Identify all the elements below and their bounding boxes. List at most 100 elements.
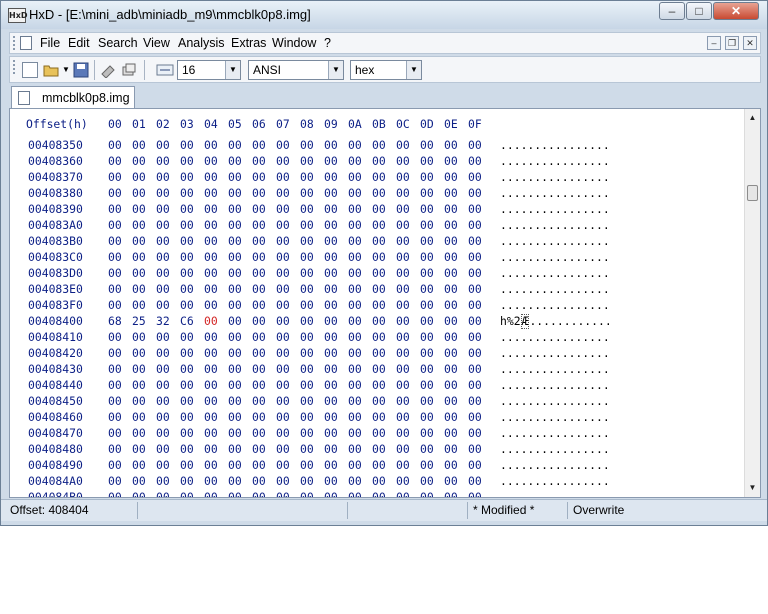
mdi-minimize-button[interactable]: – <box>707 36 721 50</box>
hex-byte[interactable]: 00 <box>204 426 218 440</box>
hex-byte[interactable]: 00 <box>468 250 482 264</box>
offset-base-select[interactable]: hex ▼ <box>350 60 422 80</box>
hex-byte[interactable]: 00 <box>468 218 482 232</box>
hex-byte[interactable]: 00 <box>108 346 122 360</box>
hex-byte[interactable]: 00 <box>276 202 290 216</box>
hex-byte[interactable]: 00 <box>252 490 266 497</box>
hex-byte[interactable]: 00 <box>420 314 434 328</box>
hex-byte[interactable]: 00 <box>132 362 146 376</box>
hex-byte[interactable]: 32 <box>156 314 170 328</box>
hex-byte[interactable]: 00 <box>204 202 218 216</box>
hex-byte[interactable]: 00 <box>444 170 458 184</box>
hex-byte[interactable]: 00 <box>372 474 386 488</box>
hex-byte[interactable]: 00 <box>156 234 170 248</box>
hex-byte[interactable]: 00 <box>420 474 434 488</box>
hex-byte[interactable]: 00 <box>204 250 218 264</box>
hex-byte[interactable]: 00 <box>108 298 122 312</box>
hex-byte[interactable]: 00 <box>396 234 410 248</box>
menu-extras[interactable]: Extras <box>231 36 266 50</box>
hex-byte[interactable]: 00 <box>180 490 194 497</box>
hex-row[interactable]: 00408440 00 00 00 00 00 00 00 00 00 00 00 00 00 00 00 00… <box>10 378 746 394</box>
hex-byte[interactable]: 00 <box>132 202 146 216</box>
hex-byte[interactable]: 00 <box>252 458 266 472</box>
ascii-text[interactable]: ................ <box>500 170 610 184</box>
scroll-thumb[interactable] <box>747 185 758 201</box>
hex-byte[interactable]: 00 <box>372 218 386 232</box>
hex-byte[interactable]: 00 <box>108 218 122 232</box>
hex-byte[interactable]: 00 <box>324 362 338 376</box>
hex-byte[interactable]: 00 <box>132 250 146 264</box>
hex-byte[interactable]: 00 <box>204 234 218 248</box>
hex-byte[interactable]: 00 <box>468 314 482 328</box>
hex-byte[interactable]: 00 <box>108 170 122 184</box>
hex-byte[interactable]: 00 <box>228 394 242 408</box>
hex-byte[interactable]: 00 <box>324 490 338 497</box>
hex-byte[interactable]: 00 <box>420 186 434 200</box>
hex-byte[interactable]: 00 <box>276 426 290 440</box>
hex-byte[interactable]: 00 <box>444 202 458 216</box>
hex-byte[interactable]: 00 <box>276 442 290 456</box>
hex-byte[interactable]: 00 <box>276 330 290 344</box>
hex-byte[interactable]: 00 <box>324 426 338 440</box>
hex-byte[interactable]: 00 <box>276 138 290 152</box>
hex-byte[interactable]: 00 <box>348 490 362 497</box>
hex-byte[interactable]: 00 <box>300 282 314 296</box>
hex-byte[interactable]: 00 <box>396 266 410 280</box>
hex-byte[interactable]: 00 <box>204 346 218 360</box>
hex-byte[interactable]: 00 <box>300 378 314 392</box>
ascii-text[interactable]: ................ <box>500 346 610 360</box>
charset-select[interactable]: ANSI ▼ <box>248 60 344 80</box>
hex-byte[interactable]: 00 <box>396 170 410 184</box>
hex-byte[interactable]: 00 <box>108 330 122 344</box>
hex-byte[interactable]: 00 <box>252 410 266 424</box>
hex-byte[interactable]: 00 <box>204 474 218 488</box>
hex-byte[interactable]: 00 <box>252 378 266 392</box>
document-icon[interactable] <box>20 36 32 50</box>
hex-byte[interactable]: 00 <box>444 154 458 168</box>
hex-byte[interactable]: 00 <box>444 490 458 497</box>
hex-byte[interactable]: 00 <box>204 266 218 280</box>
hex-row[interactable]: 00408400 68 25 32 C6 00 00 00 00 00 00 00 00 00 00 00 00… <box>10 314 746 330</box>
hex-byte[interactable]: 00 <box>204 410 218 424</box>
hex-byte[interactable]: 00 <box>444 186 458 200</box>
hex-byte[interactable]: 00 <box>132 218 146 232</box>
hex-byte[interactable]: 00 <box>324 170 338 184</box>
hex-byte[interactable]: 00 <box>372 234 386 248</box>
mdi-close-button[interactable]: ✕ <box>743 36 757 50</box>
hex-byte[interactable]: 00 <box>204 490 218 497</box>
hex-byte[interactable]: 00 <box>348 154 362 168</box>
hex-byte[interactable]: 00 <box>180 346 194 360</box>
hex-byte[interactable]: 00 <box>180 330 194 344</box>
title-bar[interactable]: HxD HxD - [E:\mini_adb\miniadb_m9\mmcblk… <box>1 1 767 29</box>
hex-byte[interactable]: 00 <box>324 138 338 152</box>
menu-grip[interactable] <box>13 36 18 50</box>
hex-byte[interactable]: 00 <box>228 330 242 344</box>
hex-byte[interactable]: 00 <box>300 330 314 344</box>
hex-byte[interactable]: 00 <box>300 202 314 216</box>
hex-byte[interactable]: 00 <box>300 138 314 152</box>
hex-byte[interactable]: 00 <box>204 378 218 392</box>
hex-byte[interactable]: 00 <box>300 170 314 184</box>
hex-byte[interactable]: 00 <box>252 330 266 344</box>
hex-byte[interactable]: 00 <box>252 298 266 312</box>
hex-byte[interactable]: 00 <box>252 442 266 456</box>
ascii-text[interactable]: ................ <box>500 442 610 456</box>
ascii-text[interactable]: ................ <box>500 234 610 248</box>
hex-byte[interactable]: 00 <box>252 266 266 280</box>
hex-byte[interactable]: 00 <box>396 186 410 200</box>
hex-byte[interactable]: 00 <box>156 250 170 264</box>
hex-byte[interactable]: 00 <box>324 266 338 280</box>
hex-byte[interactable]: 00 <box>396 458 410 472</box>
hex-byte[interactable]: 00 <box>204 394 218 408</box>
hex-byte[interactable]: 00 <box>444 218 458 232</box>
hex-byte[interactable]: 00 <box>468 266 482 280</box>
hex-byte[interactable]: 00 <box>204 362 218 376</box>
hex-byte[interactable]: 00 <box>348 282 362 296</box>
hex-byte[interactable]: 00 <box>372 330 386 344</box>
hex-byte[interactable]: 00 <box>180 154 194 168</box>
hex-byte[interactable]: 00 <box>204 458 218 472</box>
hex-byte[interactable]: 00 <box>156 202 170 216</box>
hex-byte[interactable]: 00 <box>180 458 194 472</box>
hex-byte[interactable]: 00 <box>156 330 170 344</box>
hex-byte[interactable]: 00 <box>372 202 386 216</box>
